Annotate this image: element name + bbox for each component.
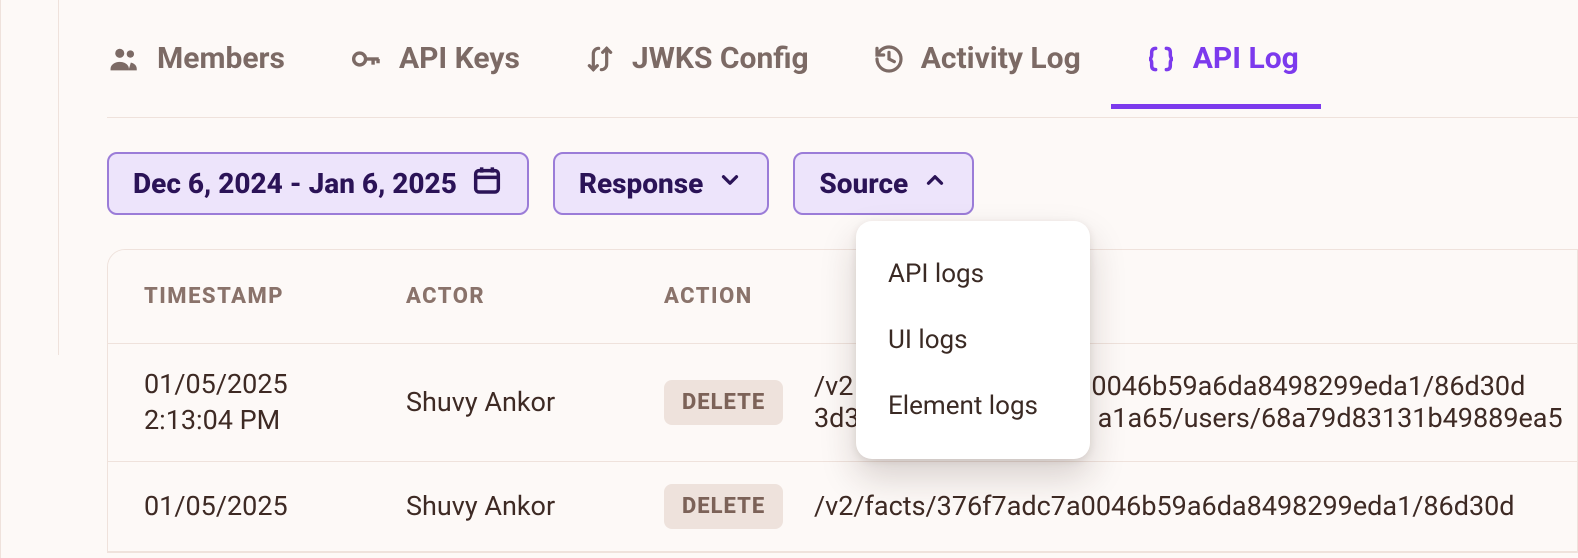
tab-members[interactable]: Members [107, 41, 285, 76]
table-row[interactable]: 01/05/2025 Shuvy Ankor DELETE /v2/facts/… [108, 461, 1577, 551]
cell-timestamp: 01/05/2025 [108, 461, 370, 551]
source-filter[interactable]: Source [793, 152, 974, 215]
col-action: ACTION [628, 250, 778, 344]
col-actor: ACTOR [370, 250, 628, 344]
api-log-table: TIMESTAMP ACTOR ACTION 01/05/2025 2:13:0… [107, 249, 1578, 553]
cell-actor: Shuvy Ankor [370, 461, 628, 551]
tab-label: API Keys [399, 41, 520, 76]
response-filter[interactable]: Response [553, 152, 770, 215]
action-badge: DELETE [664, 484, 783, 529]
source-option-ui[interactable]: UI logs [856, 307, 1090, 373]
tab-api-log[interactable]: API Log [1145, 41, 1299, 76]
source-filter-label: Source [819, 167, 908, 200]
date-range-filter[interactable]: Dec 6, 2024 - Jan 6, 2025 [107, 152, 529, 215]
calendar-icon [471, 164, 503, 203]
braces-icon [1145, 43, 1177, 75]
tab-label: Members [157, 41, 285, 76]
filters-row: Dec 6, 2024 - Jan 6, 2025 Response Sourc… [107, 152, 1578, 215]
tab-label: Activity Log [921, 41, 1081, 76]
response-filter-label: Response [579, 167, 704, 200]
tab-label: API Log [1193, 41, 1299, 76]
ts-date: 01/05/2025 [144, 488, 370, 524]
cell-actor: Shuvy Ankor [370, 344, 628, 462]
ts-time: 2:13:04 PM [144, 402, 370, 438]
tab-activity-log[interactable]: Activity Log [873, 41, 1081, 76]
key-icon [349, 42, 383, 76]
history-icon [873, 43, 905, 75]
tab-jwks-config[interactable]: JWKS Config [584, 41, 809, 76]
col-timestamp: TIMESTAMP [108, 250, 370, 344]
tab-api-keys[interactable]: API Keys [349, 41, 520, 76]
table-row[interactable]: 01/05/2025 2:13:04 PM Shuvy Ankor DELETE… [108, 344, 1577, 462]
source-dropdown: API logs UI logs Element logs [856, 221, 1090, 459]
cell-resource: /v2/facts/376f7adc7a0046b59a6da8498299ed… [778, 461, 1577, 551]
chevron-down-icon [717, 167, 743, 200]
action-badge: DELETE [664, 380, 783, 425]
source-option-api[interactable]: API logs [856, 241, 1090, 307]
cell-action: DELETE [628, 461, 778, 551]
arrows-icon [584, 43, 616, 75]
date-range-label: Dec 6, 2024 - Jan 6, 2025 [133, 167, 457, 200]
source-option-element[interactable]: Element logs [856, 373, 1090, 439]
table-header-row: TIMESTAMP ACTOR ACTION [108, 250, 1577, 344]
chevron-up-icon [922, 167, 948, 200]
tab-label: JWKS Config [632, 41, 809, 76]
tabs-bar: Members API Keys JWKS Config Activity Lo… [107, 0, 1578, 118]
cell-action: DELETE [628, 344, 778, 462]
members-icon [107, 42, 141, 76]
ts-date: 01/05/2025 [144, 366, 370, 402]
cell-timestamp: 01/05/2025 2:13:04 PM [108, 344, 370, 462]
